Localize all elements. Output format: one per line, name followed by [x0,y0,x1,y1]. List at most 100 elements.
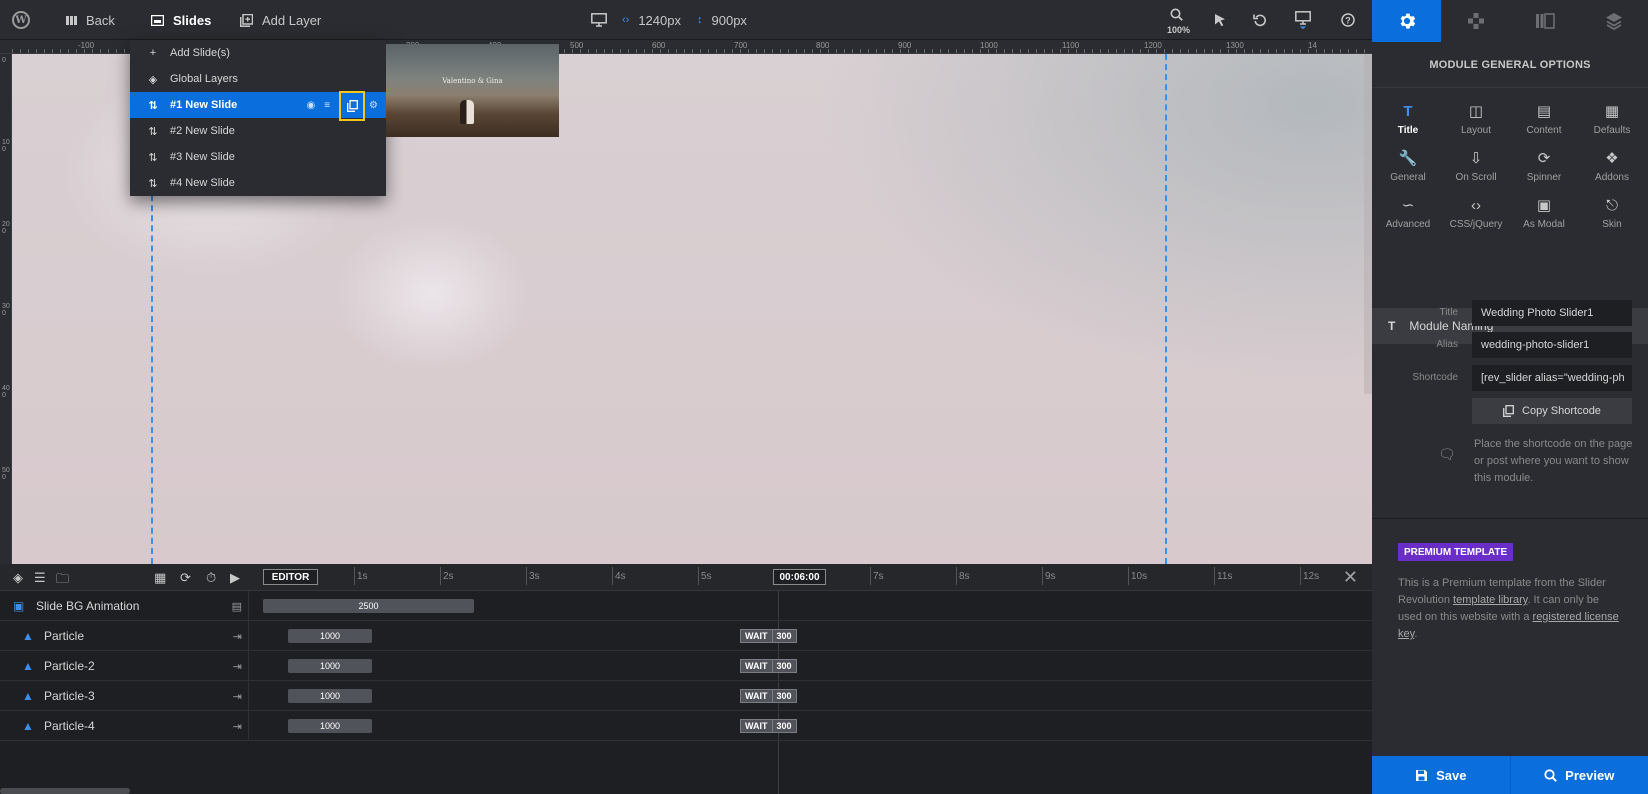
folder-icon[interactable]: 🗀 [56,570,69,592]
add-slides-item[interactable]: + Add Slide(s) [130,40,386,66]
ruler-tick [1284,49,1285,53]
grid-snap-icon[interactable]: ▦ [154,570,166,586]
slides-button[interactable]: Slides [151,0,211,40]
slide-item-1[interactable]: ⇅ #1 New Slide ◉ ≡ ⚙ [130,91,386,121]
option-addons[interactable]: ❖ Addons [1578,149,1646,196]
wait-marker[interactable]: WAIT 300 [740,629,797,643]
ruler-tick [28,49,29,53]
wordpress-logo[interactable]: W [12,0,30,40]
layer-bar[interactable]: 1000 [288,629,372,643]
bg-animation-bar[interactable]: 2500 [263,599,474,613]
timeline-row[interactable]: ▲ Particle-3 ⇥ 1000 WAIT 300 [0,681,1372,711]
timer-icon[interactable]: ⏱ [206,570,216,586]
wait-marker[interactable]: WAIT 300 [740,719,797,733]
add-layer-icon [240,13,253,27]
option-general[interactable]: 🔧 General [1374,149,1442,196]
undo-button[interactable] [1253,0,1267,40]
option-skin[interactable]: ⎋ Skin [1578,196,1646,243]
ruler-tick [92,49,93,53]
width-control[interactable]: ‹› 1240px [622,0,681,40]
loop-icon[interactable]: ⟳ [180,570,191,586]
ruler-tick [124,49,125,53]
tab-navigation[interactable] [1441,0,1510,42]
timeline-row-bg[interactable]: ▣ Slide BG Animation ▤ 2500 [0,591,1372,621]
current-time[interactable]: 00:06:00 [773,569,826,585]
slide-settings-icon[interactable]: ⚙ [369,100,378,111]
layer-bar[interactable]: 1000 [288,719,372,733]
delete-icon[interactable]: ≡ [324,100,330,111]
ruler-tick [644,49,645,53]
option-on-scroll[interactable]: ⇩ On Scroll [1442,149,1510,196]
timeline-row[interactable]: ▲ Particle-4 ⇥ 1000 WAIT 300 [0,711,1372,741]
layer-bar[interactable]: 1000 [288,659,372,673]
play-icon[interactable]: ▶ [230,570,240,586]
end-arrow-icon[interactable]: ⇥ [233,630,242,643]
back-button[interactable]: Back [66,0,115,40]
option-defaults[interactable]: ▦ Defaults [1578,102,1646,149]
shortcode-field[interactable]: [rev_slider alias="wedding-ph [1472,365,1632,391]
timeline-row[interactable]: ▲ Particle ⇥ 1000 WAIT 300 [0,621,1372,651]
height-value: 900px [711,12,747,28]
image-settings-icon[interactable]: ▤ [232,600,242,613]
editor-label[interactable]: EDITOR [263,569,318,585]
global-layers-item[interactable]: ◈ Global Layers [130,66,386,92]
save-button[interactable]: Save [1372,756,1510,794]
title-field[interactable]: Wedding Photo Slider1 [1472,300,1632,326]
tab-layer-options[interactable] [1579,0,1648,42]
tab-slide-options[interactable] [1510,0,1579,42]
ruler-tick [948,49,949,53]
alias-field[interactable]: wedding-photo-slider1 [1472,332,1632,358]
vertical-ruler: 0 100 200 300 400 500 [0,54,12,564]
title-field-row: Title Wedding Photo Slider1 [1372,300,1648,326]
gamepad-icon [1467,13,1484,29]
option-as-modal[interactable]: ▣ As Modal [1510,196,1578,243]
svg-text:?: ? [1345,15,1351,25]
close-icon[interactable]: ✕ [1343,567,1358,588]
end-arrow-icon[interactable]: ⇥ [233,720,242,733]
preview-button[interactable]: Preview [1509,756,1648,794]
option-label: Spinner [1526,172,1562,183]
timeline-row[interactable]: ▲ Particle-2 ⇥ 1000 WAIT 300 [0,651,1372,681]
canvas-scrollbar[interactable] [1364,54,1372,394]
list-icon[interactable]: ☰ [34,570,46,586]
tab-module-settings[interactable] [1372,0,1441,42]
device-desktop-button[interactable] [591,0,607,40]
ruler-tick [844,49,845,53]
second-tick [440,567,441,585]
second-tick [1042,567,1043,585]
wait-marker[interactable]: WAIT 300 [740,689,797,703]
layers-icon[interactable]: ◈ [13,570,23,586]
ruler-tick [1324,49,1325,53]
eye-icon[interactable]: ◉ [306,100,315,111]
second-label: 1s [357,571,368,582]
option-title[interactable]: T Title [1374,102,1442,149]
option-label: Defaults [1593,125,1631,136]
help-button[interactable]: ? [1341,0,1355,40]
option-layout[interactable]: ◫ Layout [1442,102,1510,149]
copy-shortcode-button[interactable]: Copy Shortcode [1472,398,1632,424]
layer-bar[interactable]: 1000 [288,689,372,703]
add-layer-button[interactable]: Add Layer [240,0,321,40]
ruler-tick [1340,49,1341,53]
select-tool-button[interactable] [1214,0,1226,40]
slide-item-3[interactable]: ⇅ #3 New Slide [130,144,386,170]
timeline-scrollbar[interactable] [0,788,130,794]
second-tick [526,567,527,585]
ruler-tick [1172,49,1173,53]
option-advanced[interactable]: ∽ Advanced [1374,196,1442,243]
responsive-button[interactable] [1295,0,1311,40]
slide-item-4[interactable]: ⇅ #4 New Slide [130,170,386,196]
option-spinner[interactable]: ⟳ Spinner [1510,149,1578,196]
end-arrow-icon[interactable]: ⇥ [233,690,242,703]
wait-marker[interactable]: WAIT 300 [740,659,797,673]
height-control[interactable]: ↕ 900px [697,0,747,40]
template-library-link[interactable]: template library [1453,594,1527,606]
premium-notice: PREMIUM TEMPLATE This is a Premium templ… [1372,519,1648,683]
slide-library-icon [1535,13,1555,29]
option-css-jquery[interactable]: ‹› CSS/jQuery [1442,196,1510,243]
slide-item-2[interactable]: ⇅ #2 New Slide [130,118,386,144]
duplicate-slide-button[interactable] [339,91,366,121]
wait-value: 300 [772,659,797,673]
end-arrow-icon[interactable]: ⇥ [233,660,242,673]
option-content[interactable]: ▤ Content [1510,102,1578,149]
